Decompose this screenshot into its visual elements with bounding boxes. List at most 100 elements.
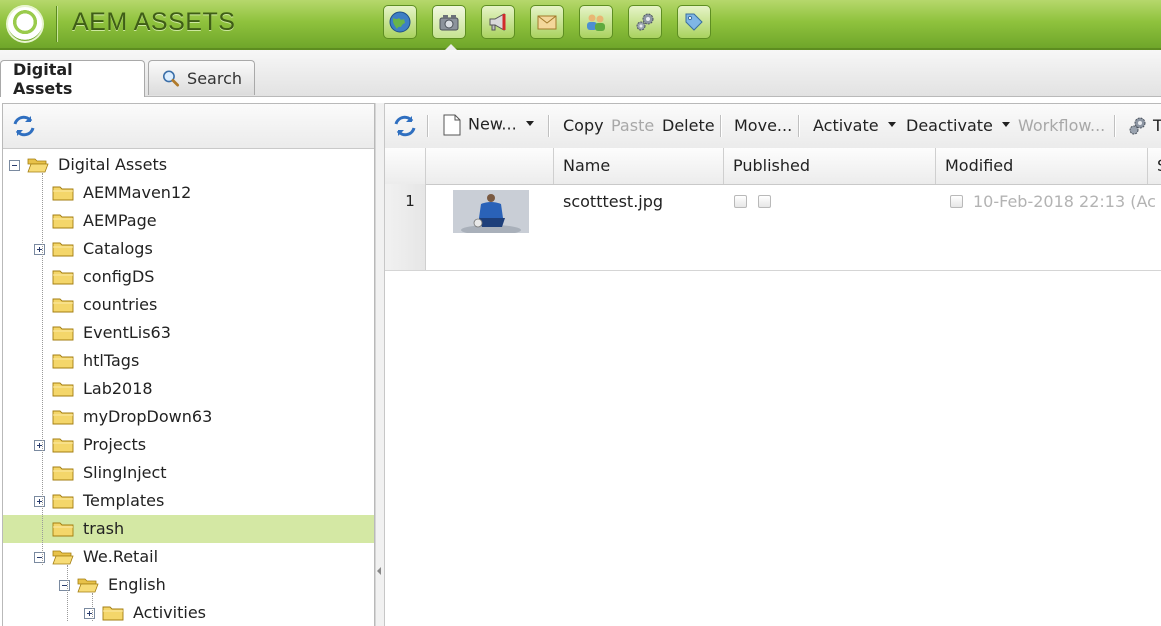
folder-icon — [52, 186, 74, 201]
expand-icon[interactable] — [34, 440, 45, 451]
tree-item-label: AEMMaven12 — [83, 183, 192, 202]
deactivate-label: Deactivate — [906, 116, 993, 135]
collapse-icon[interactable] — [34, 552, 45, 563]
delete-button[interactable]: Delete — [662, 116, 715, 135]
app-title: AEM ASSETS — [72, 8, 236, 36]
activate-button[interactable]: Activate — [813, 116, 896, 135]
tools-console-button[interactable] — [628, 5, 662, 39]
camera-icon — [439, 15, 459, 31]
grid-header: Name Published Modified S — [385, 148, 1161, 185]
tag-icon — [685, 13, 703, 31]
gears-icon — [636, 13, 654, 31]
published-checkbox — [758, 195, 771, 208]
deactivate-button[interactable]: Deactivate — [906, 116, 1010, 135]
column-header-status[interactable]: S — [1148, 148, 1161, 184]
tree-item[interactable]: SlingInject — [3, 459, 374, 487]
collapse-icon[interactable] — [59, 580, 70, 591]
copy-button[interactable]: Copy — [563, 116, 604, 135]
new-button[interactable]: New... — [442, 114, 534, 136]
paste-button[interactable]: Paste — [611, 116, 654, 135]
expand-icon[interactable] — [34, 496, 45, 507]
tools-button-label[interactable]: T — [1153, 116, 1161, 135]
globe-icon — [389, 11, 411, 33]
tree-item-label: countries — [83, 295, 158, 314]
aem-logo-icon[interactable] — [6, 5, 44, 43]
tree-item[interactable]: English — [3, 571, 374, 599]
toolbar-separator — [1114, 115, 1115, 137]
tree-item[interactable]: Lab2018 — [3, 375, 374, 403]
tree-item-label: trash — [83, 519, 125, 538]
tree-item[interactable]: Digital Assets — [3, 151, 374, 179]
tree-item[interactable]: AEMMaven12 — [3, 179, 374, 207]
athlete-photo-icon — [453, 190, 529, 233]
folder-icon — [52, 326, 74, 341]
tree-item-label: EventLis63 — [83, 323, 171, 342]
column-header-modified[interactable]: Modified — [936, 148, 1148, 184]
expand-icon[interactable] — [84, 608, 95, 619]
tree-item-label: Templates — [83, 491, 165, 510]
tree-item[interactable]: We.Retail — [3, 543, 374, 571]
modified-checkbox — [950, 195, 963, 208]
toolbar-separator — [548, 115, 549, 137]
tree-item-label: English — [108, 575, 166, 594]
users-console-button[interactable] — [579, 5, 613, 39]
tree-item-label: AEMPage — [83, 211, 157, 230]
tree-item[interactable]: configDS — [3, 263, 374, 291]
move-button[interactable]: Move... — [734, 116, 792, 135]
refresh-icon[interactable] — [392, 113, 418, 139]
folder-icon — [52, 494, 74, 509]
tree-connector — [42, 173, 43, 565]
column-header-name[interactable]: Name — [554, 148, 724, 184]
row-number-header — [385, 148, 426, 184]
tree-item-label: configDS — [83, 267, 155, 286]
tree-item-label: SlingInject — [83, 463, 167, 482]
megaphone-icon — [489, 13, 506, 31]
tree-item-label: Projects — [83, 435, 147, 454]
panel-splitter[interactable] — [375, 103, 385, 626]
tree-item[interactable]: myDropDown63 — [3, 403, 374, 431]
table-row[interactable]: 1 scotttest.jpg 10-Feb-2018 22:13 (Ac — [385, 184, 1161, 271]
folder-tree-panel: Digital Assets AEMMaven12 AEMPage Catalogs c… — [2, 103, 375, 626]
tree-item[interactable]: AEMPage — [3, 207, 374, 235]
users-icon — [587, 14, 605, 31]
tree-item[interactable]: Projects — [3, 431, 374, 459]
tree-item-label: myDropDown63 — [83, 407, 213, 426]
grid-toolbar: New... Copy Paste Delete Move... Activat… — [385, 104, 1161, 149]
tree-item[interactable]: countries — [3, 291, 374, 319]
toolbar-separator — [720, 115, 721, 137]
tab-search[interactable]: Search — [148, 60, 255, 95]
modified-date: 10-Feb-2018 22:13 (Ac — [973, 192, 1156, 211]
search-icon — [162, 70, 180, 87]
folder-open-icon — [27, 158, 49, 173]
tools-gear-icon[interactable] — [1126, 114, 1150, 138]
tree-item[interactable]: Templates — [3, 487, 374, 515]
tab-label: Search — [187, 68, 242, 88]
folder-open-icon — [52, 550, 74, 565]
tree-item[interactable]: Catalogs — [3, 235, 374, 263]
tagging-console-button[interactable] — [677, 5, 711, 39]
refresh-icon[interactable] — [11, 113, 37, 139]
collapse-icon[interactable] — [9, 160, 20, 171]
activate-label: Activate — [813, 116, 879, 135]
envelope-icon — [537, 15, 557, 30]
campaigns-console-button[interactable] — [481, 5, 515, 39]
new-page-icon — [443, 114, 461, 136]
tree-item[interactable]: htlTags — [3, 347, 374, 375]
folder-icon — [52, 466, 74, 481]
tree-item[interactable]: EventLis63 — [3, 319, 374, 347]
asset-name[interactable]: scotttest.jpg — [563, 192, 663, 211]
tree-connector — [92, 593, 93, 621]
tab-digital-assets[interactable]: Digital Assets — [0, 60, 145, 98]
tree-item[interactable]: Activities — [3, 599, 374, 626]
tab-label: Digital Assets — [13, 60, 73, 98]
dropdown-caret-icon — [525, 120, 534, 126]
workflow-button[interactable]: Workflow... — [1018, 116, 1105, 135]
tab-bar: Digital Assets Search — [0, 50, 1161, 98]
column-header-published[interactable]: Published — [724, 148, 936, 184]
inbox-console-button[interactable] — [530, 5, 564, 39]
tree-item[interactable]: trash — [3, 515, 374, 543]
asset-thumbnail[interactable] — [453, 190, 529, 233]
expand-icon[interactable] — [34, 244, 45, 255]
digital-assets-console-button[interactable] — [432, 5, 466, 50]
websites-console-button[interactable] — [383, 5, 417, 39]
